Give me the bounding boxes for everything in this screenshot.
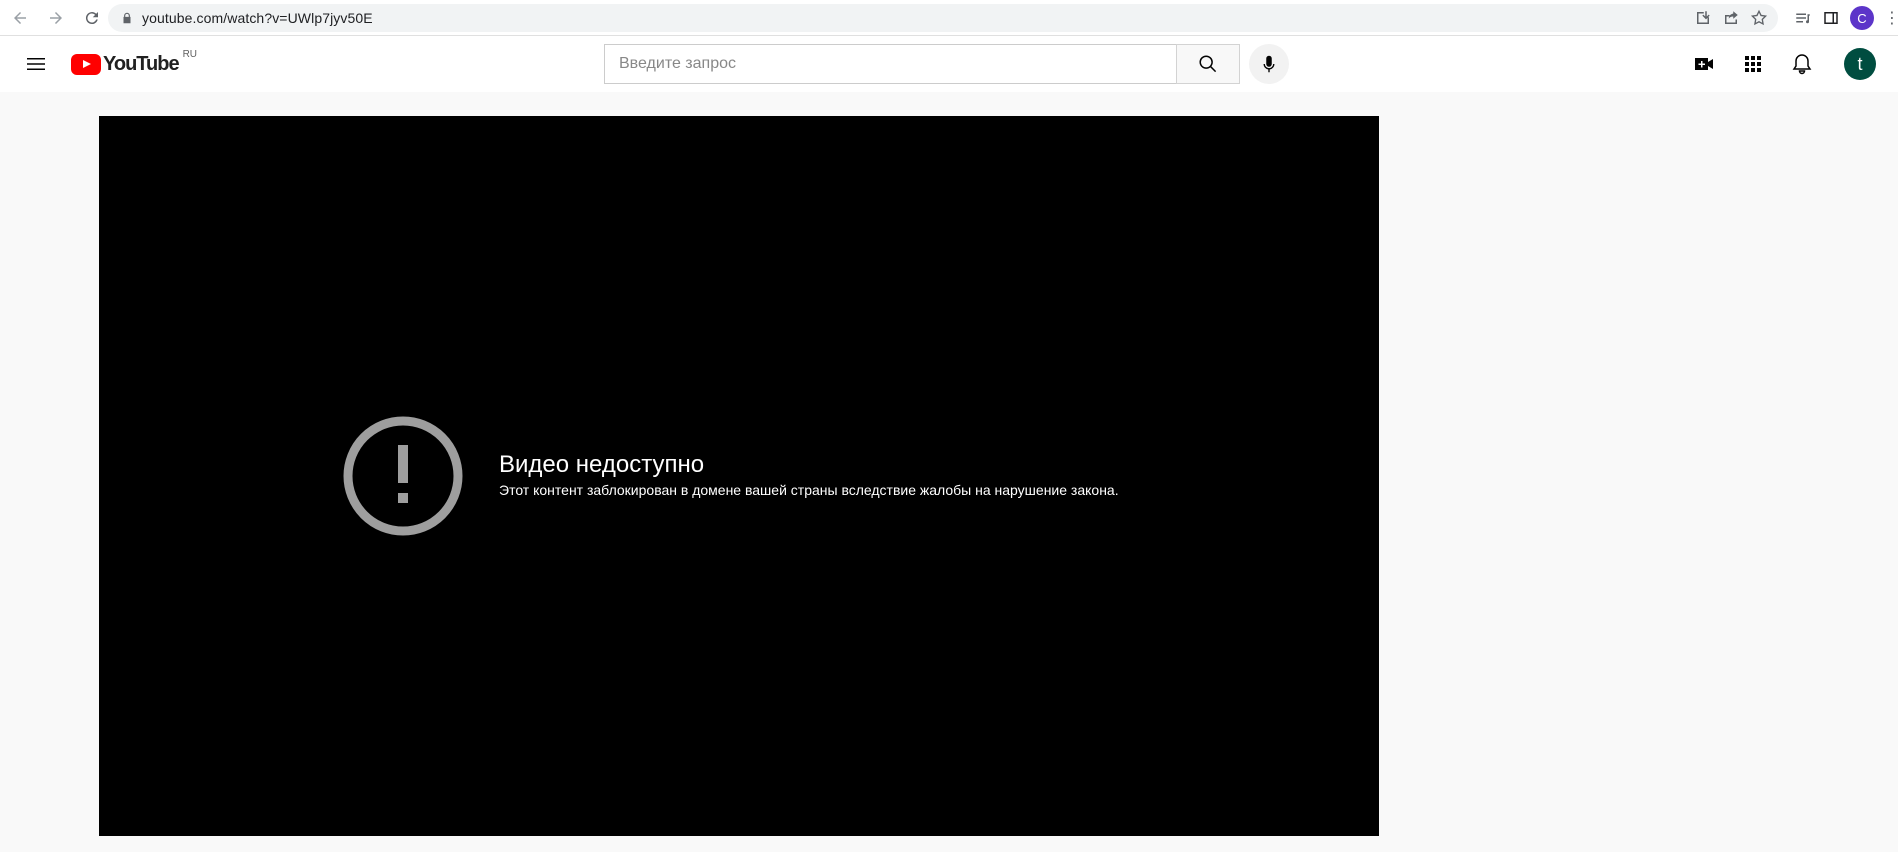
bell-icon [1792, 54, 1812, 75]
logo-text: YouTube [103, 53, 180, 75]
share-icon[interactable] [1722, 9, 1740, 27]
search-box [604, 44, 1176, 84]
guide-menu-button[interactable] [20, 48, 52, 80]
video-player[interactable]: Видео недоступно Этот контент заблокиров… [99, 116, 1379, 836]
forward-icon [50, 11, 62, 24]
url-text: youtube.com/watch?v=UWlp7jyv50E [142, 10, 373, 26]
side-panel-icon[interactable] [1822, 9, 1840, 27]
country-code: RU [182, 49, 198, 60]
address-bar[interactable]: youtube.com/watch?v=UWlp7jyv50E [108, 4, 1778, 32]
voice-search-button[interactable] [1249, 44, 1289, 84]
apps-button[interactable] [1733, 44, 1773, 84]
youtube-masthead: YouTube RU t [0, 36, 1898, 92]
account-avatar[interactable]: t [1844, 48, 1876, 80]
error-title: Видео недоступно [499, 451, 705, 478]
browser-toolbar: youtube.com/watch?v=UWlp7jyv50E C ⋮ [0, 0, 1898, 36]
error-message: Этот контент заблокирован в домене вашей… [499, 482, 1119, 498]
forward-button[interactable] [40, 2, 72, 34]
browser-profile-avatar[interactable]: C [1850, 6, 1874, 30]
mic-icon [1263, 55, 1275, 73]
youtube-play-icon [71, 54, 101, 75]
notifications-button[interactable] [1782, 44, 1822, 84]
back-button[interactable] [4, 2, 36, 34]
back-icon [14, 11, 26, 24]
error-exclamation-icon [343, 416, 463, 536]
star-icon[interactable] [1750, 9, 1768, 27]
create-video-icon [1695, 58, 1713, 70]
install-icon[interactable] [1694, 9, 1712, 27]
reading-list-icon[interactable] [1794, 9, 1812, 27]
youtube-logo[interactable]: YouTube RU [71, 49, 197, 76]
browser-menu-icon[interactable]: ⋮ [1884, 8, 1898, 28]
reload-icon [85, 11, 98, 24]
create-button[interactable] [1684, 44, 1724, 84]
lock-icon[interactable] [120, 11, 134, 25]
search-input[interactable] [617, 54, 1176, 74]
search-button[interactable] [1176, 44, 1240, 84]
search-icon [1199, 55, 1217, 73]
apps-icon [1745, 56, 1761, 72]
menu-icon [27, 58, 45, 70]
reload-button[interactable] [76, 2, 108, 34]
